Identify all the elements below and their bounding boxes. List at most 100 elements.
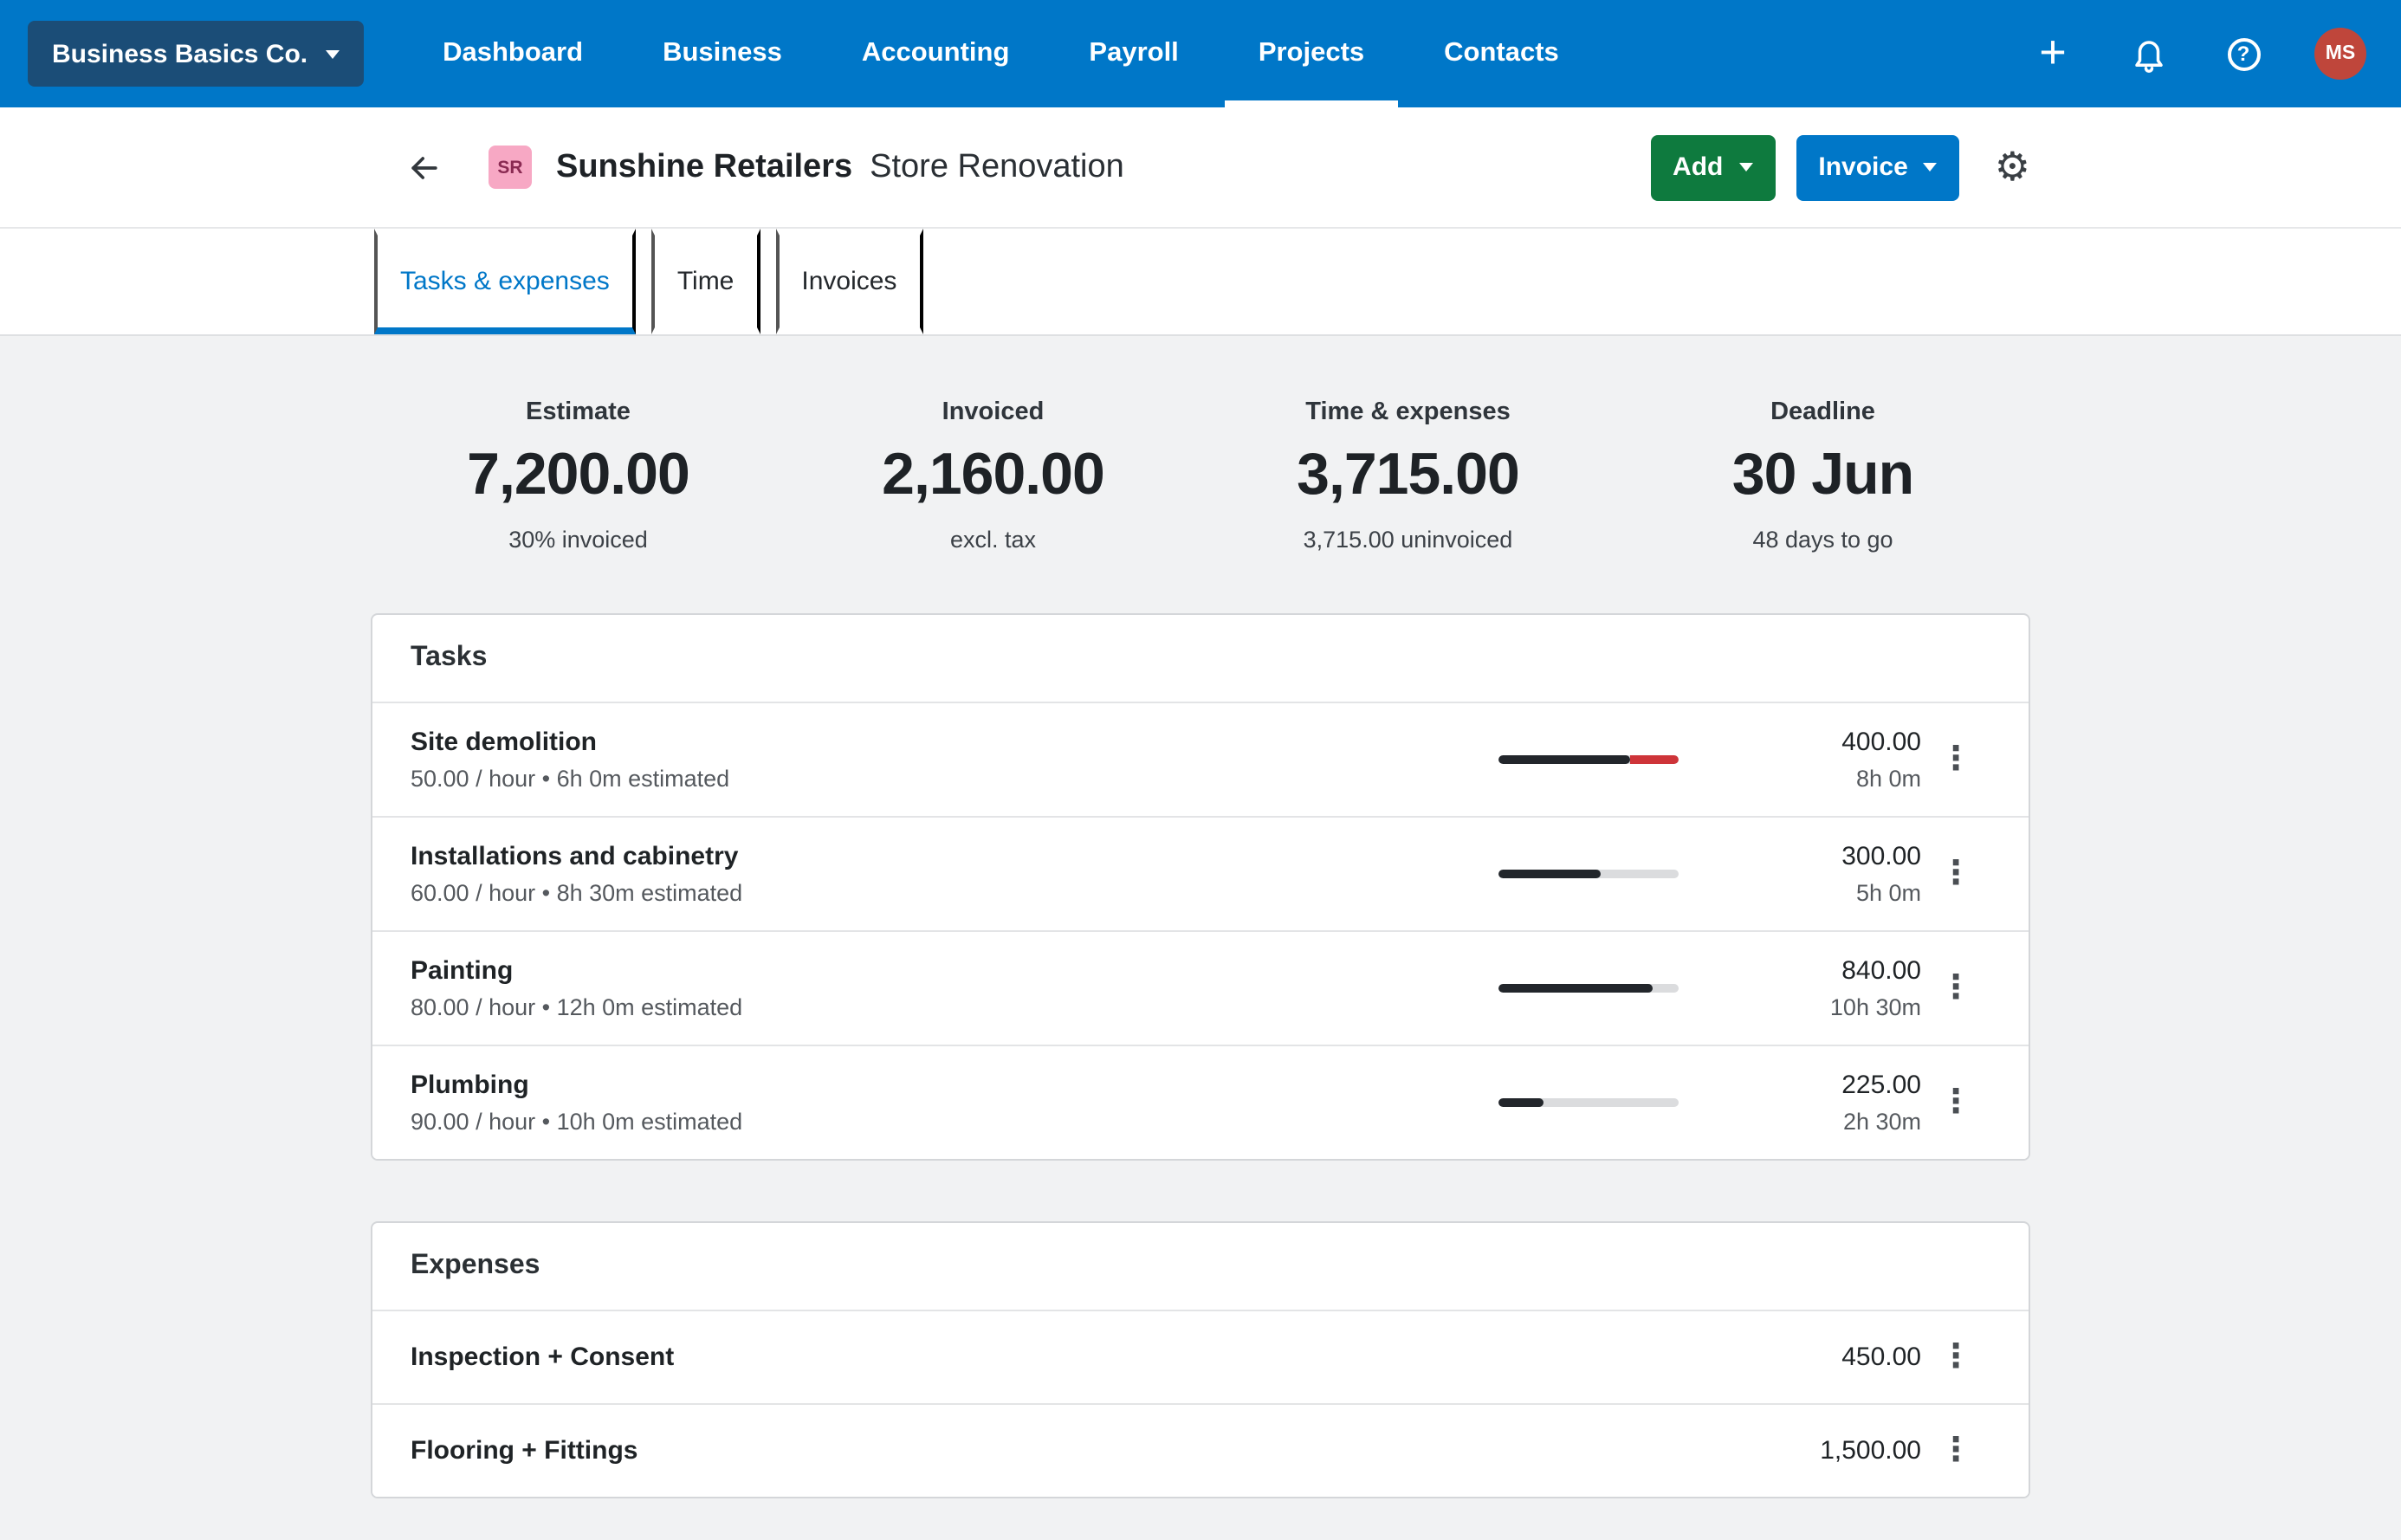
stat-note: 3,715.00 uninvoiced [1200,527,1615,553]
task-hours: 2h 30m [1713,1109,1921,1135]
expense-name: Flooring + Fittings [411,1436,1713,1466]
task-progress-bar [1498,984,1679,993]
stat-estimate: Estimate 7,200.00 30% invoiced [371,398,786,553]
tab-tasks-expenses[interactable]: Tasks & expenses [374,229,636,334]
stat-value: 30 Jun [1615,442,2030,509]
stat-note: 30% invoiced [371,527,786,553]
add-button[interactable]: Add [1650,134,1775,200]
chevron-down-icon [1924,163,1938,171]
chevron-down-icon [1738,163,1752,171]
kebab-menu-icon[interactable]: ⋮ [1921,854,1990,894]
nav-item-dashboard[interactable]: Dashboard [439,0,586,107]
task-detail: 80.00 / hour • 12h 0m estimated [411,994,1498,1020]
stat-value: 3,715.00 [1200,442,1615,509]
task-amount-block: 400.00 8h 0m [1713,728,1921,792]
tabs-bar: Tasks & expenses Time Invoices [0,229,2401,336]
back-arrow-icon[interactable] [398,141,450,193]
task-amount-block: 840.00 10h 30m [1713,956,1921,1020]
stat-value: 7,200.00 [371,442,786,509]
top-nav-bar: Business Basics Co. Dashboard Business A… [0,0,2401,107]
task-name: Installations and cabinetry [411,842,1498,871]
help-icon[interactable]: ? [2219,29,2268,78]
tab-time[interactable]: Time [651,229,760,334]
table-row[interactable]: Inspection + Consent 450.00 ⋮ [372,1311,2029,1405]
stat-time-expenses: Time & expenses 3,715.00 3,715.00 uninvo… [1200,398,1615,553]
page-title: Sunshine Retailers Store Renovation [556,148,1124,186]
invoice-button-label: Invoice [1818,152,1907,182]
task-hours: 8h 0m [1713,766,1921,792]
org-name: Business Basics Co. [52,39,307,68]
task-amount: 225.00 [1713,1071,1921,1100]
task-progress-bar [1498,870,1679,878]
nav-item-payroll[interactable]: Payroll [1085,0,1181,107]
summary-stats: Estimate 7,200.00 30% invoiced Invoiced … [371,398,2030,553]
stat-label: Time & expenses [1200,398,1615,426]
primary-nav: Dashboard Business Accounting Payroll Pr… [439,0,1635,107]
kebab-menu-icon[interactable]: ⋮ [1921,1337,1990,1377]
stat-label: Invoiced [786,398,1200,426]
stat-note: 48 days to go [1615,527,2030,553]
task-detail: 50.00 / hour • 6h 0m estimated [411,766,1498,792]
header-actions: Add Invoice ⚙ [1650,134,2030,200]
org-switcher-button[interactable]: Business Basics Co. [28,21,363,87]
table-row[interactable]: Flooring + Fittings 1,500.00 ⋮ [372,1405,2029,1497]
table-row[interactable]: Site demolition 50.00 / hour • 6h 0m est… [372,703,2029,818]
expense-amount: 1,500.00 [1713,1436,1921,1466]
plus-icon[interactable]: + [2029,29,2077,78]
kebab-menu-icon[interactable]: ⋮ [1921,740,1990,780]
stat-value: 2,160.00 [786,442,1200,509]
task-progress-bar [1498,1098,1679,1107]
gear-icon[interactable]: ⚙ [1995,147,2030,187]
stat-label: Deadline [1615,398,2030,426]
avatar[interactable]: MS [2314,28,2366,80]
expense-amount-block: 450.00 [1713,1343,1921,1372]
nav-item-contacts[interactable]: Contacts [1440,0,1563,107]
kebab-menu-icon[interactable]: ⋮ [1921,1083,1990,1123]
task-amount-block: 225.00 2h 30m [1713,1071,1921,1135]
task-progress-bar [1498,755,1679,764]
expenses-card: Expenses Inspection + Consent 450.00 ⋮ F… [371,1221,2030,1498]
task-amount: 300.00 [1713,842,1921,871]
app-window: Business Basics Co. Dashboard Business A… [0,0,2401,1540]
plus-glyph: + [2039,29,2067,75]
nav-item-projects[interactable]: Projects [1255,0,1368,107]
bell-icon[interactable] [2124,29,2172,78]
add-button-label: Add [1673,152,1723,182]
expense-amount-block: 1,500.00 [1713,1436,1921,1466]
task-hours: 5h 0m [1713,880,1921,906]
nav-item-business[interactable]: Business [659,0,786,107]
expense-name: Inspection + Consent [411,1343,1713,1372]
stat-deadline: Deadline 30 Jun 48 days to go [1615,398,2030,553]
task-detail: 60.00 / hour • 8h 30m estimated [411,880,1498,906]
table-row[interactable]: Plumbing 90.00 / hour • 10h 0m estimated… [372,1046,2029,1159]
nav-utilities: + ? MS [2029,28,2373,80]
invoice-button[interactable]: Invoice [1796,134,1959,200]
task-amount: 400.00 [1713,728,1921,757]
main-content: Estimate 7,200.00 30% invoiced Invoiced … [0,336,2401,1498]
expense-amount: 450.00 [1713,1343,1921,1372]
project-header: SR Sunshine Retailers Store Renovation A… [0,107,2401,229]
nav-item-accounting[interactable]: Accounting [858,0,1013,107]
task-hours: 10h 30m [1713,994,1921,1020]
kebab-menu-icon[interactable]: ⋮ [1921,1431,1990,1471]
stat-note: excl. tax [786,527,1200,553]
kebab-menu-icon[interactable]: ⋮ [1921,968,1990,1008]
table-row[interactable]: Installations and cabinetry 60.00 / hour… [372,818,2029,932]
help-glyph: ? [2227,37,2260,70]
task-amount-block: 300.00 5h 0m [1713,842,1921,906]
table-row[interactable]: Painting 80.00 / hour • 12h 0m estimated… [372,932,2029,1046]
chevron-down-icon [325,49,339,58]
stat-invoiced: Invoiced 2,160.00 excl. tax [786,398,1200,553]
project-client-name: Sunshine Retailers [556,148,852,186]
task-name: Plumbing [411,1071,1498,1100]
expenses-card-title: Expenses [372,1223,2029,1311]
task-amount: 840.00 [1713,956,1921,986]
tasks-card: Tasks Site demolition 50.00 / hour • 6h … [371,613,2030,1161]
task-detail: 90.00 / hour • 10h 0m estimated [411,1109,1498,1135]
tasks-card-title: Tasks [372,615,2029,703]
stat-label: Estimate [371,398,786,426]
task-name: Site demolition [411,728,1498,757]
project-name: Store Renovation [870,148,1124,186]
task-name: Painting [411,956,1498,986]
tab-invoices[interactable]: Invoices [775,229,922,334]
